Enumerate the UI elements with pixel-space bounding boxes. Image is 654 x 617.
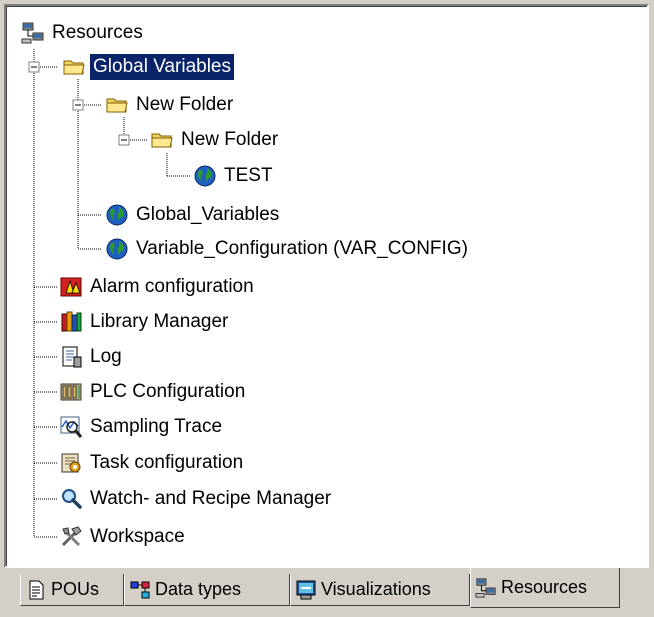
resources-icon <box>21 22 44 44</box>
tab-visualizations[interactable]: Visualizations <box>290 574 470 606</box>
tree-node-workspace[interactable]: Workspace <box>59 521 188 553</box>
tab-resources[interactable]: Resources <box>470 568 620 608</box>
tree-node-label: Global Variables <box>88 53 236 81</box>
tab-data-types[interactable]: Data types <box>124 574 290 606</box>
tree-node-label: Task configuration <box>90 452 244 473</box>
tab-label: Visualizations <box>321 579 431 599</box>
globe-icon <box>194 165 216 187</box>
tree-node-variable-configuration[interactable]: Variable_Configuration (VAR_CONFIG) <box>105 233 471 265</box>
tree-node-label: Resources <box>52 22 143 43</box>
tree-node-library-manager[interactable]: Library Manager <box>59 306 231 338</box>
tree-node-sampling-trace[interactable]: Sampling Trace <box>59 411 225 443</box>
magnifier-icon <box>62 489 82 509</box>
library-icon <box>61 311 82 332</box>
tree-node-label: Alarm configuration <box>90 276 254 297</box>
folder-icon <box>63 60 85 75</box>
task-config-icon <box>61 453 81 473</box>
tree-node-label: TEST <box>224 165 273 186</box>
tree-node-label: Workspace <box>90 526 185 547</box>
tree-node-label: Sampling Trace <box>90 416 223 437</box>
tree-node-log[interactable]: Log <box>59 341 125 373</box>
tree-node-label: Variable_Configuration (VAR_CONFIG) <box>136 238 468 259</box>
tree-node-task-configuration[interactable]: Task configuration <box>59 447 246 479</box>
tab-pous[interactable]: POUs <box>20 574 124 606</box>
tree-node-label: Global_Variables <box>136 204 280 225</box>
tree-node-label: New Folder <box>136 94 234 115</box>
tree-node-plc-configuration[interactable]: PLC Configuration <box>59 376 248 408</box>
tree-node-label: Watch- and Recipe Manager <box>90 488 332 509</box>
plc-config-icon <box>60 383 82 401</box>
tab-label: Resources <box>501 577 588 597</box>
tree-node-global-variables-folder[interactable]: Global Variables <box>62 51 236 83</box>
tree-node-label: Log <box>90 346 122 367</box>
tree-node-new-folder-nested[interactable]: New Folder <box>150 124 281 156</box>
document-icon <box>29 580 44 599</box>
data-types-icon <box>130 581 150 598</box>
bottom-tab-strip: POUs Data types Visualizations Resources <box>4 568 650 612</box>
tab-label: Data types <box>155 579 242 599</box>
tree-node-watch-and-recipe-manager[interactable]: Watch- and Recipe Manager <box>59 483 334 515</box>
globe-icon <box>106 238 128 260</box>
log-icon <box>62 346 82 368</box>
globe-icon <box>106 204 128 226</box>
sampling-trace-icon <box>60 416 83 438</box>
tree-node-global-variables[interactable]: Global_Variables <box>105 199 282 231</box>
folder-icon <box>106 98 128 113</box>
resources-icon <box>475 577 496 598</box>
tree-node-label: Library Manager <box>90 311 229 332</box>
tree-node-label: New Folder <box>181 129 279 150</box>
tree-node-test[interactable]: TEST <box>193 160 276 192</box>
tab-label: POUs <box>51 579 100 599</box>
tree-node-new-folder[interactable]: New Folder <box>105 89 236 121</box>
tree-node-alarm-configuration[interactable]: Alarm configuration <box>59 271 257 303</box>
tree-node-resources[interactable]: Resources <box>21 17 146 49</box>
alarm-icon <box>60 277 82 297</box>
resources-tree-panel: Resources Global Variables New Folder Ne… <box>4 4 649 568</box>
visualization-icon <box>296 580 316 599</box>
workspace-tools-icon <box>61 526 82 547</box>
folder-icon <box>151 133 173 148</box>
tree-node-label: PLC Configuration <box>90 381 246 402</box>
